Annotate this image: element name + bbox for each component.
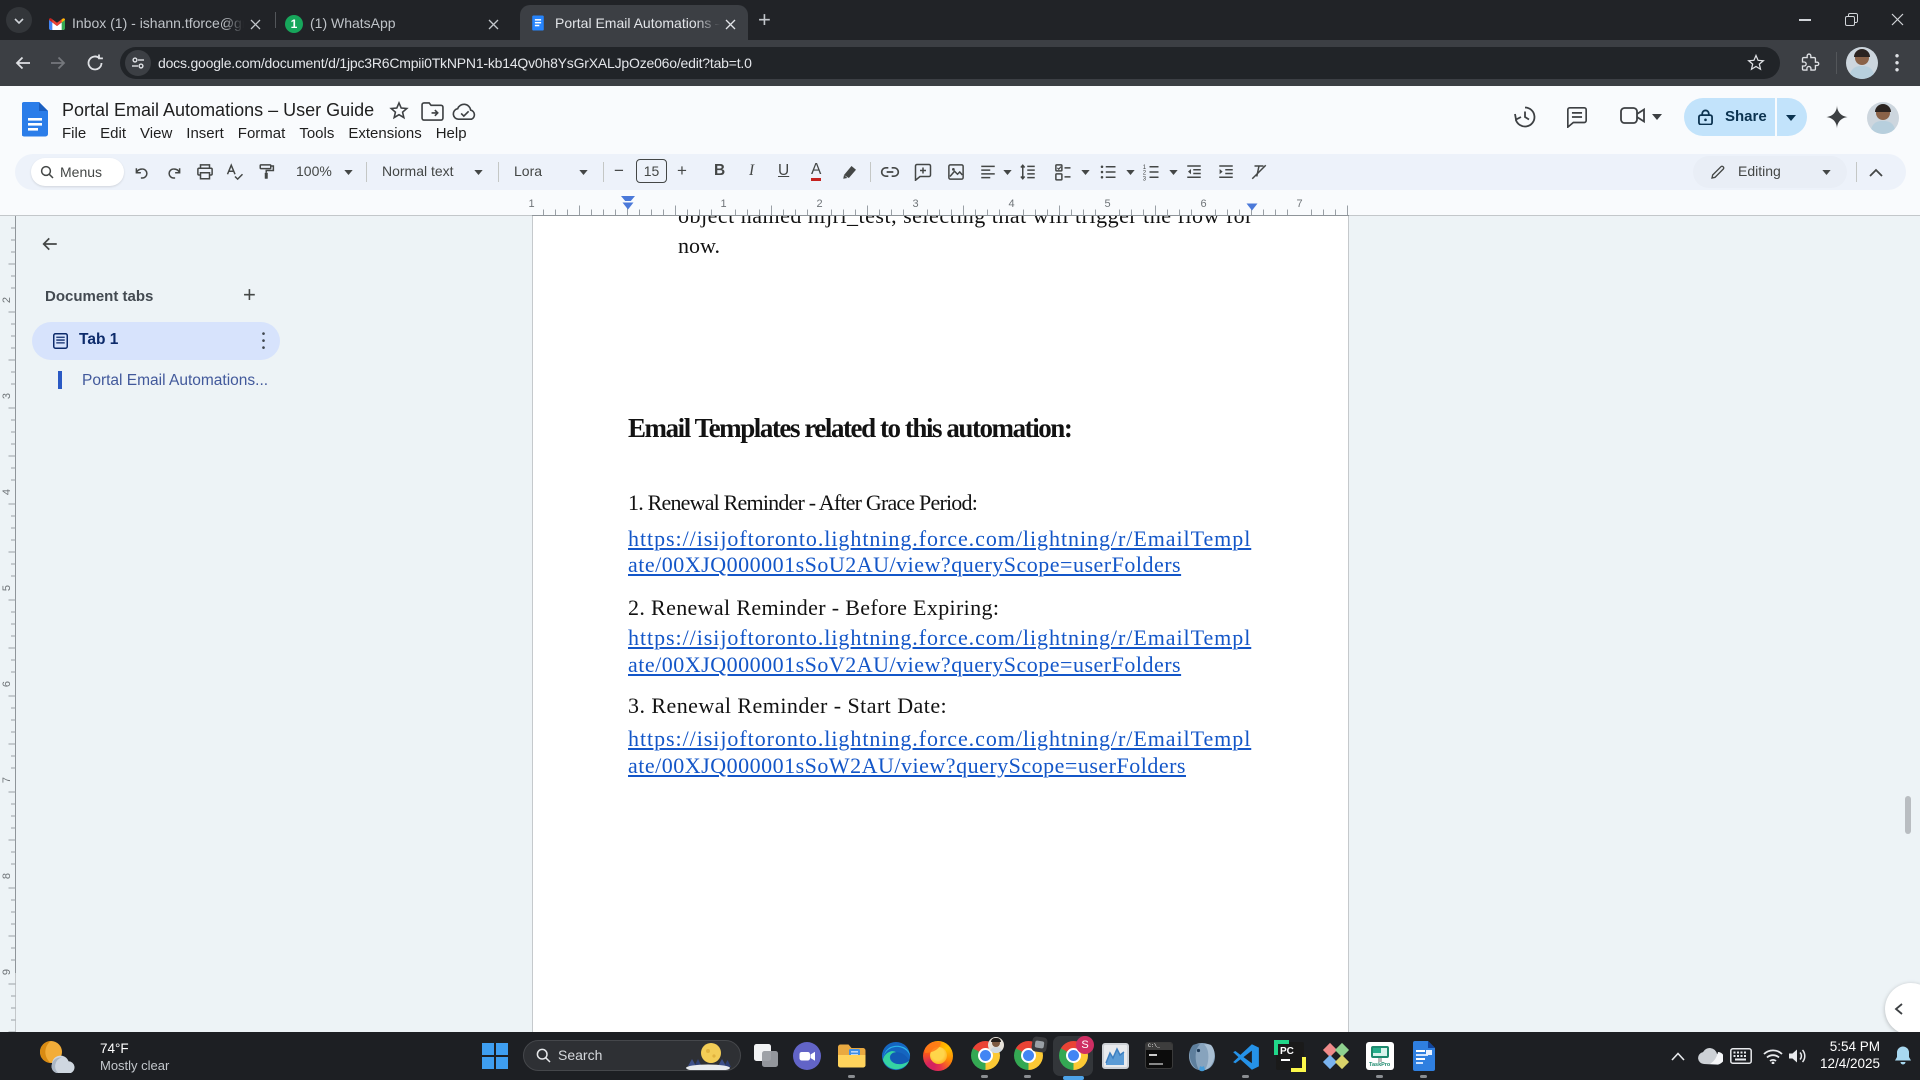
svg-text:6: 6 [1200, 198, 1206, 210]
svg-text:3: 3 [912, 198, 918, 210]
svg-text:1: 1 [720, 198, 726, 210]
svg-text:9: 9 [1, 969, 13, 975]
svg-text:4: 4 [1008, 198, 1014, 210]
svg-text:8: 8 [1, 873, 13, 879]
svg-text:2: 2 [1, 297, 13, 303]
svg-text:5: 5 [1104, 198, 1110, 210]
svg-text:4: 4 [1, 489, 13, 495]
svg-text:7: 7 [1, 777, 13, 783]
svg-text:3: 3 [1, 393, 13, 399]
svg-text:7: 7 [1296, 198, 1302, 210]
svg-text:3: 3 [1143, 176, 1147, 181]
svg-text:6: 6 [1, 681, 13, 687]
svg-text:5: 5 [1, 585, 13, 591]
svg-text:1: 1 [528, 198, 534, 210]
svg-text:2: 2 [816, 198, 822, 210]
